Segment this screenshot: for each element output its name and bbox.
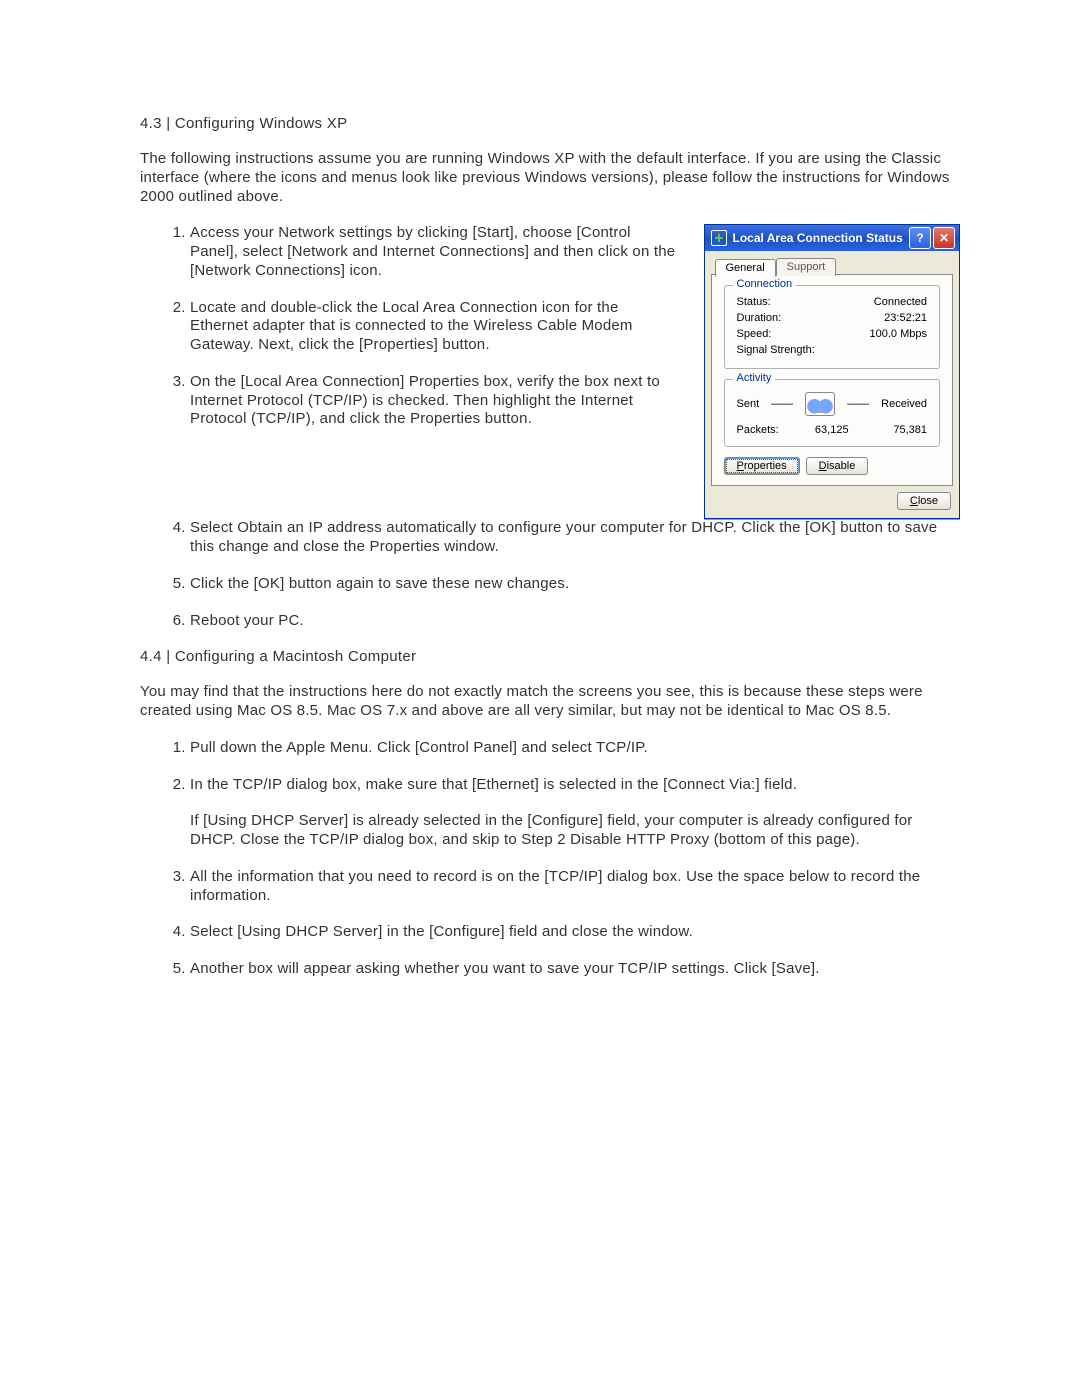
activity-sent-label: Sent	[737, 398, 760, 410]
document-page: 4.3 | Configuring Windows XP The followi…	[0, 0, 1080, 1077]
disable-button-rest: isable	[827, 460, 856, 472]
step-4-3-6: Reboot your PC.	[190, 612, 960, 631]
step-4-4-2-note: If [Using DHCP Server] is already select…	[190, 812, 960, 850]
packets-label: Packets:	[737, 424, 801, 436]
status-label: Status:	[737, 296, 771, 308]
help-button[interactable]: ?	[909, 227, 931, 249]
activity-received-label: Received	[881, 398, 927, 410]
step-4-3-3: On the [Local Area Connection] Propertie…	[190, 373, 678, 429]
section-4-4-heading: 4.4 | Configuring a Macintosh Computer	[140, 648, 960, 665]
xp-titlebar[interactable]: Local Area Connection Status ? ✕	[705, 225, 960, 251]
packets-received: 75,381	[864, 424, 928, 436]
disable-button[interactable]: Disable	[806, 457, 869, 475]
properties-button-rest: roperties	[744, 460, 787, 472]
legend-activity: Activity	[733, 372, 776, 384]
step-4-4-4: Select [Using DHCP Server] in the [Confi…	[190, 923, 960, 942]
speed-label: Speed:	[737, 328, 772, 340]
speed-value: 100.0 Mbps	[870, 328, 927, 340]
step-4-3-5: Click the [OK] button again to save thes…	[190, 575, 960, 594]
section-4-3-row: Access your Network settings by clicking…	[140, 224, 960, 519]
section-4-3-steps-bottom: Select Obtain an IP address automaticall…	[140, 519, 960, 630]
xp-connection-status-dialog: Local Area Connection Status ? ✕ General…	[704, 224, 961, 519]
packets-sent: 63,125	[800, 424, 864, 436]
step-4-3-4: Select Obtain an IP address automaticall…	[190, 519, 960, 557]
legend-connection: Connection	[733, 278, 797, 290]
status-value: Connected	[874, 296, 927, 308]
step-4-3-2: Locate and double-click the Local Area C…	[190, 299, 678, 355]
properties-button[interactable]: Properties	[724, 457, 800, 475]
duration-value: 23:52:21	[884, 312, 927, 324]
step-4-3-1: Access your Network settings by clicking…	[190, 224, 678, 280]
section-4-4-intro: You may find that the instructions here …	[140, 683, 960, 721]
close-dialog-button[interactable]: Close	[897, 492, 951, 510]
close-button[interactable]: ✕	[933, 227, 955, 249]
step-4-4-2-text: In the TCP/IP dialog box, make sure that…	[190, 776, 797, 793]
step-4-4-2: In the TCP/IP dialog box, make sure that…	[190, 776, 960, 850]
section-4-3-heading: 4.3 | Configuring Windows XP	[140, 115, 960, 132]
section-4-4-steps: Pull down the Apple Menu. Click [Control…	[140, 739, 960, 979]
signal-label: Signal Strength:	[737, 344, 815, 356]
step-4-4-5: Another box will appear asking whether y…	[190, 960, 960, 979]
tab-general[interactable]: General	[715, 259, 776, 277]
close-button-rest: lose	[918, 495, 938, 507]
tab-support[interactable]: Support	[776, 258, 837, 276]
group-connection: Connection Status: Connected Duration: 2…	[724, 285, 941, 369]
xp-tabs: General Support	[711, 257, 954, 275]
step-4-4-1: Pull down the Apple Menu. Click [Control…	[190, 739, 960, 758]
network-icon	[711, 230, 727, 246]
duration-label: Duration:	[737, 312, 782, 324]
section-4-3-steps-top: Access your Network settings by clicking…	[140, 224, 678, 429]
group-activity: Activity Sent —— —— Received Packets: 63…	[724, 379, 941, 447]
activity-icon	[805, 392, 835, 416]
step-4-4-3: All the information that you need to rec…	[190, 868, 960, 906]
xp-title-text: Local Area Connection Status	[733, 231, 903, 245]
section-4-3-intro: The following instructions assume you ar…	[140, 150, 960, 206]
